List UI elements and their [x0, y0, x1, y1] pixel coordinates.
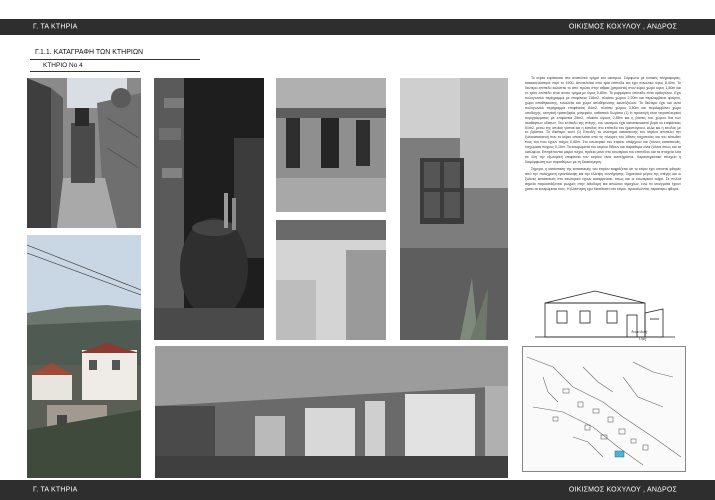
sketch-caption-1: Ανατολική: [631, 329, 648, 334]
footer-bar: Γ. ΤΑ ΚΤΗΡΙΑ ΟΙΚΙΣΜΟΣ ΚΟΧΥΛΟΥ , ΑΝΔΡΟΣ: [0, 480, 715, 500]
title-divider: [30, 59, 200, 60]
ruin-photo: [155, 346, 508, 478]
location-map: [522, 346, 686, 472]
elevation-sketch: Ανατολική Όψη: [535, 283, 680, 343]
alley-photo: [27, 78, 141, 228]
page-title: Γ.1.1. ΚΑΤΑΓΡΑΦΗ ΤΩΝ ΚΤΗΡΙΩΝ: [35, 49, 144, 56]
building-location-marker: [614, 450, 625, 458]
description-paragraph-1: Το κτίριο ευρίσκεται στο ανατολικό τμήμα…: [525, 76, 681, 165]
header-bar: Γ. ΤΑ ΚΤΗΡΙΑ ΟΙΚΙΣΜΟΣ ΚΟΧΥΛΟΥ , ΑΝΔΡΟΣ: [0, 19, 715, 35]
beams-photo: [276, 78, 386, 212]
description-paragraph-2: Σήμερα, η κατάσταση της κατασκευής του κ…: [525, 167, 681, 191]
header-section-title: Γ. ΤΑ ΚΤΗΡΙΑ: [33, 23, 78, 31]
subtitle-divider: [30, 71, 140, 72]
header-project-title: ΟΙΚΙΣΜΟΣ ΚΟΧΥΛΟΥ , ΑΝΔΡΟΣ: [568, 23, 677, 31]
page-subtitle: ΚΤΗΡΙΟ Νο 4: [43, 62, 83, 69]
sketch-caption-2: Όψη: [639, 336, 647, 341]
building-description: Το κτίριο ευρίσκεται στο ανατολικό τμήμα…: [525, 76, 681, 276]
wall-photo: [276, 220, 386, 340]
village-photo: [27, 235, 141, 478]
footer-project-title: ΟΙΚΙΣΜΟΣ ΚΟΧΥΛΟΥ , ΑΝΔΡΟΣ: [568, 486, 677, 494]
window-photo: [400, 78, 508, 340]
interior-jar-photo: [154, 78, 264, 340]
footer-section-title: Γ. ΤΑ ΚΤΗΡΙΑ: [33, 486, 78, 494]
